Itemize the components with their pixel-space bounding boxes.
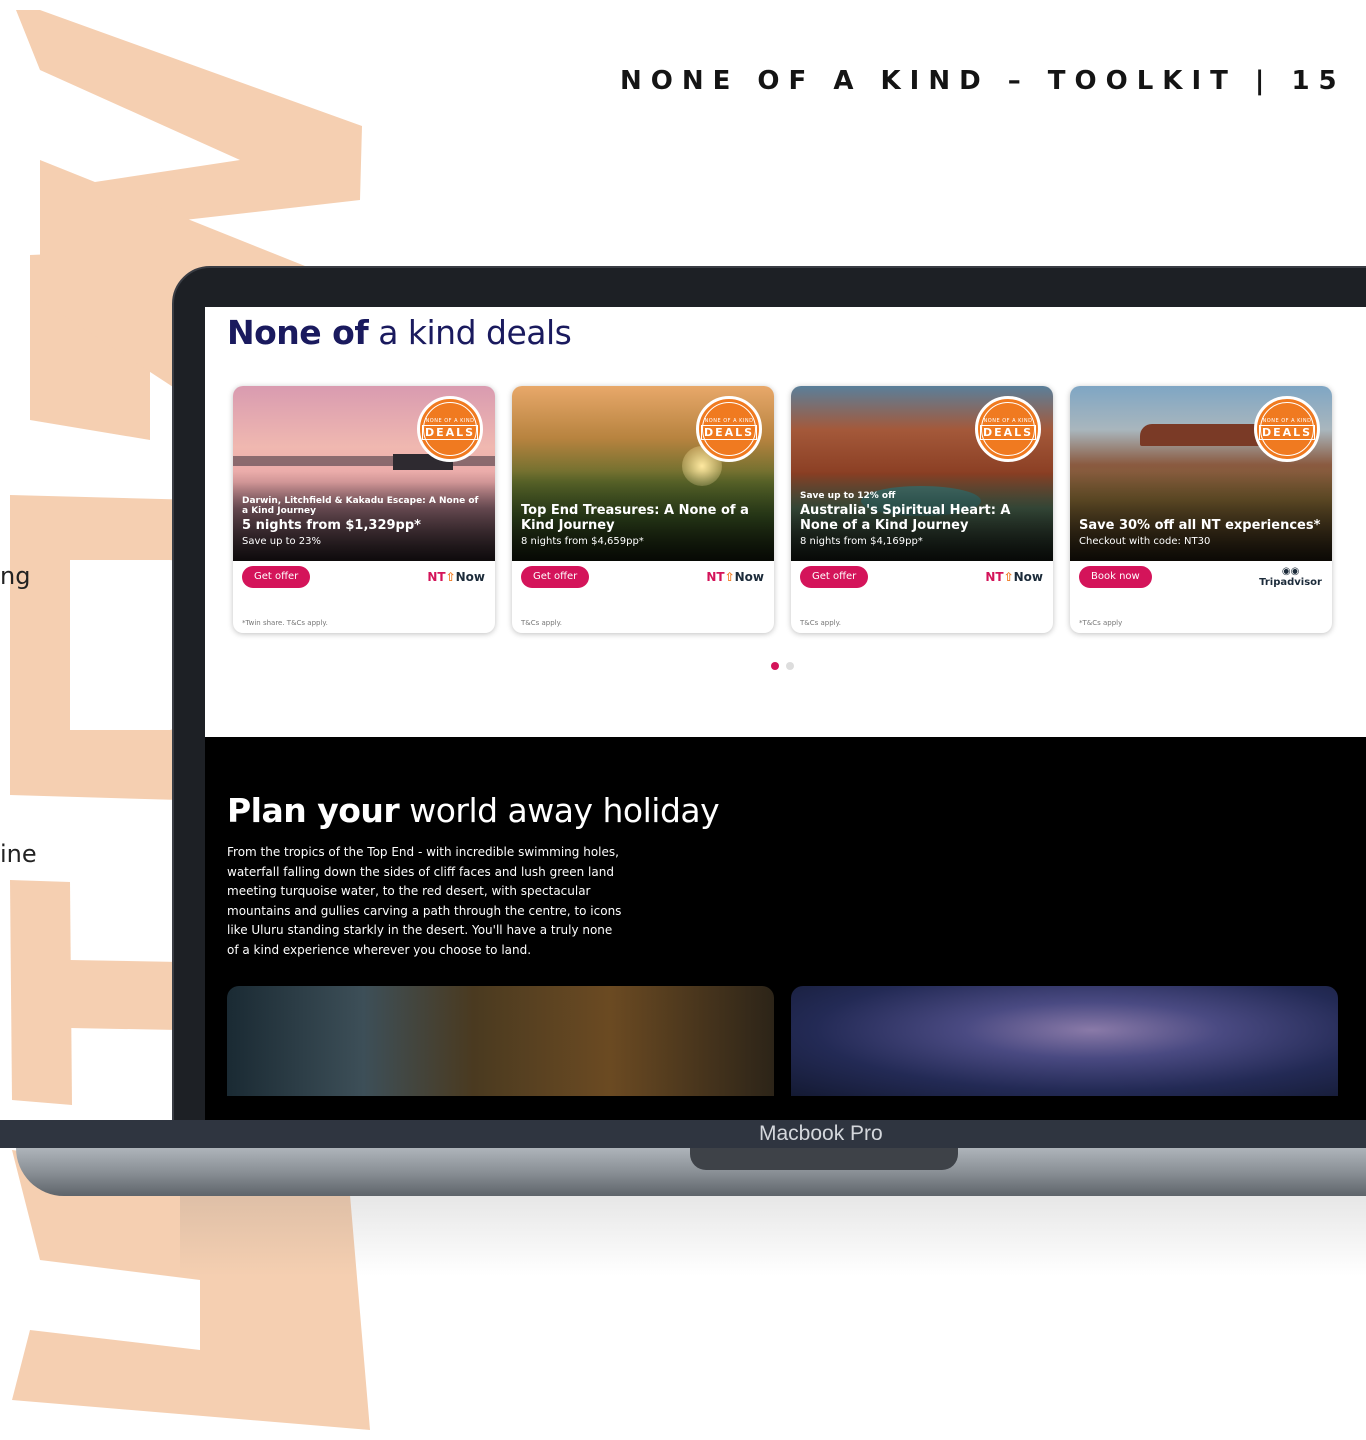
deal-card-4[interactable]: NONE OF A KIND DEALS Save 30% off all NT… [1070,386,1332,633]
brush-t-stem [10,880,72,1105]
plan-heading-bold: Plan your [227,791,400,830]
tripadvisor-owl-icon: ◉◉ Tripadvisor [1259,566,1322,588]
deal-card-1[interactable]: NONE OF A KIND DEALS Darwin, Litchfield … [233,386,495,633]
badge-top-text: NONE OF A KIND [704,418,754,424]
deals-heading-light: a kind deals [378,313,572,352]
deals-badge-icon: NONE OF A KIND DEALS [1254,396,1320,462]
deal-card-4-headline: Save 30% off all NT experiences* [1079,518,1321,533]
deal-card-2-headline: Top End Treasures: A None of a Kind Jour… [521,503,749,533]
deals-section: None of a kind deals NONE OF A KIND DEAL… [205,307,1366,737]
brush-t-bar [70,960,180,1030]
deals-badge-icon: NONE OF A KIND DEALS [696,396,762,462]
deal-card-2-subtitle: 8 nights from $4,659pp* [521,536,644,547]
nt-now-logo-icon: NT⇧Now [427,570,485,584]
toolkit-page: ng ine NONE OF A KIND – TOOLKIT | 15 Non… [0,0,1366,1440]
badge-top-text: NONE OF A KIND [425,418,475,424]
deal-card-2[interactable]: NONE OF A KIND DEALS Top End Treasures: … [512,386,774,633]
deal-card-4-book-now-button[interactable]: Book now [1079,566,1152,588]
laptop-shadow [180,1196,1366,1276]
deals-heading-bold: None of [227,313,369,352]
badge-main-text: DEALS [979,425,1037,440]
deal-card-4-terms: *T&Cs apply [1079,619,1123,627]
deal-card-1-headline: 5 nights from $1,329pp* [242,518,421,533]
nt-now-logo-icon: NT⇧Now [706,570,764,584]
deal-card-4-subtitle: Checkout with code: NT30 [1079,536,1211,547]
tripadvisor-label: Tripadvisor [1259,577,1322,588]
deals-badge-icon: NONE OF A KIND DEALS [417,396,483,462]
carousel-pagination [771,662,794,670]
deal-card-1-subtitle: Save up to 23% [242,536,322,547]
destination-tile-waterfall[interactable] [227,986,774,1096]
deal-card-1-get-offer-button[interactable]: Get offer [242,566,311,588]
side-text-fragment-1: ng [0,562,31,590]
side-text-fragment-2: ine [0,840,37,868]
deal-card-3-terms: T&Cs apply. [800,619,841,627]
badge-main-text: DEALS [1258,425,1316,440]
nt-now-logo-icon: NT⇧Now [985,570,1043,584]
pagination-dot[interactable] [786,662,794,670]
deal-card-1-terms: *Twin share. T&Cs apply. [242,619,328,627]
device-label: Macbook Pro [759,1122,883,1145]
laptop-bezel [0,1120,1366,1148]
page-title: NONE OF A KIND – TOOLKIT | 15 [620,66,1346,96]
badge-top-text: NONE OF A KIND [983,418,1033,424]
deal-card-3-get-offer-button[interactable]: Get offer [800,566,869,588]
deals-heading: None of a kind deals [227,313,572,352]
badge-main-text: DEALS [421,425,479,440]
deal-card-2-terms: T&Cs apply. [521,619,562,627]
badge-main-text: DEALS [700,425,758,440]
plan-description: From the tropics of the Top End - with i… [227,845,622,957]
plan-heading: Plan your world away holiday [227,791,720,830]
badge-top-text: NONE OF A KIND [1262,418,1312,424]
pagination-dot-active[interactable] [771,662,779,670]
laptop-notch [690,1148,958,1170]
deal-card-2-get-offer-button[interactable]: Get offer [521,566,590,588]
destination-tile-milky-way[interactable] [791,986,1338,1096]
deal-card-3-headline: Australia's Spiritual Heart: A None of a… [800,503,1011,533]
laptop-screen: None of a kind deals NONE OF A KIND DEAL… [205,307,1366,1120]
plan-heading-light: world away holiday [409,791,720,830]
deal-card-3[interactable]: NONE OF A KIND DEALS Save up to 12% off … [791,386,1053,633]
deal-card-3-pretitle: Save up to 12% off [800,491,896,501]
deal-card-3-subtitle: 8 nights from $4,169pp* [800,536,923,547]
deal-card-1-pretitle: Darwin, Litchfield & Kakadu Escape: A No… [242,496,479,516]
deals-badge-icon: NONE OF A KIND DEALS [975,396,1041,462]
